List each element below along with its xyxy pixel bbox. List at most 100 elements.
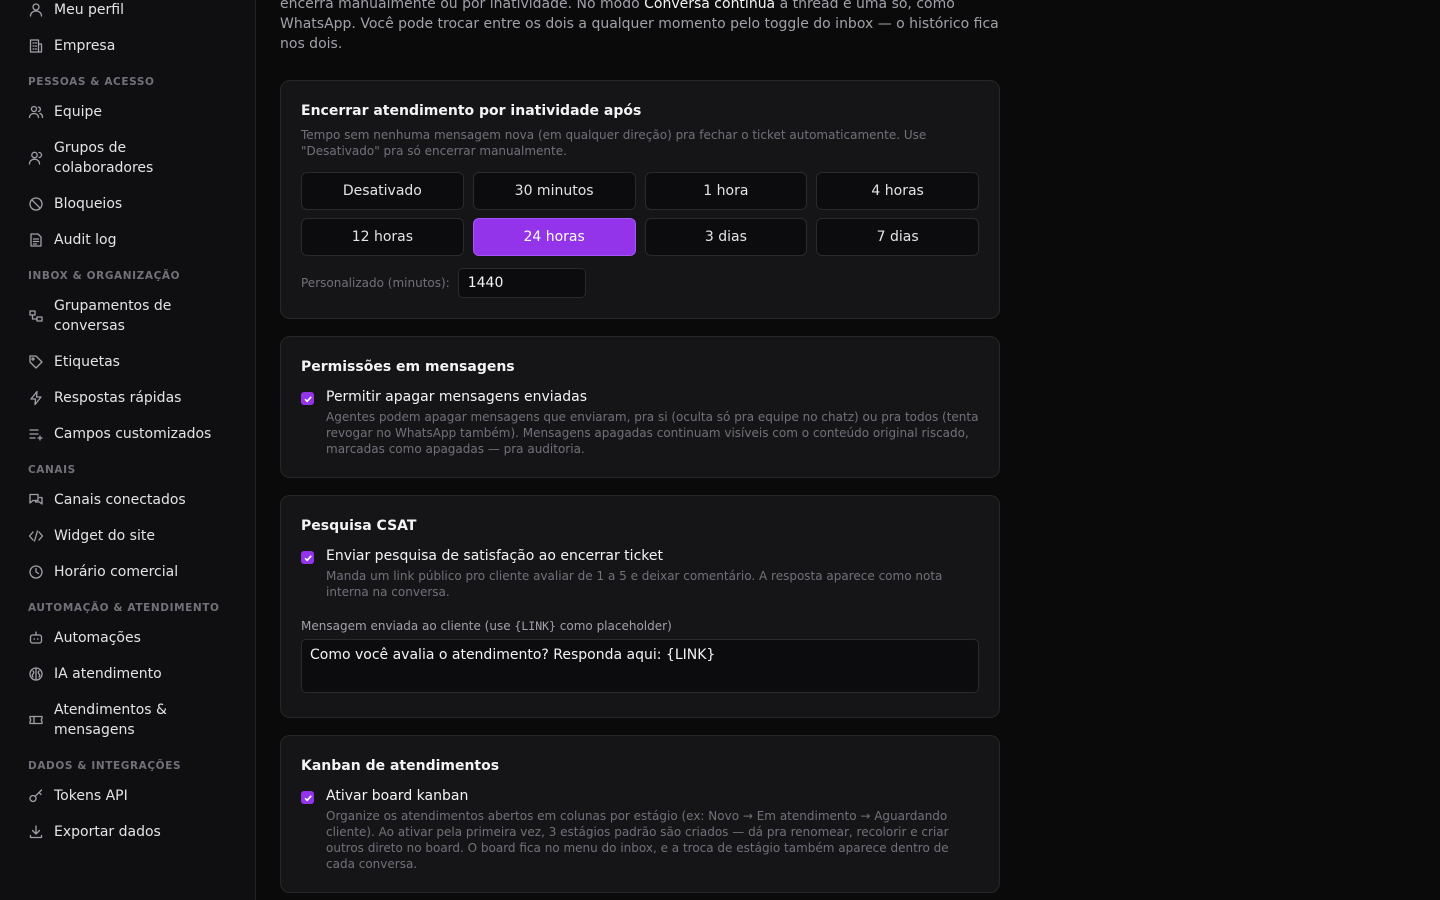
settings-main: encerra manualmente ou por inatividade. …: [256, 0, 1440, 900]
users-icon: [28, 104, 44, 120]
sidebar-item-automacoes[interactable]: Automações: [20, 620, 235, 656]
intro-highlight: Conversa contínua: [644, 0, 776, 12]
delete-messages-checkbox[interactable]: [301, 392, 314, 405]
sidebar-item-label: Etiquetas: [54, 354, 120, 370]
sidebar-item-label: Automações: [54, 630, 141, 646]
inactivity-card: Encerrar atendimento por inatividade apó…: [280, 80, 1000, 319]
sidebar-item-label: IA atendimento: [54, 666, 162, 682]
sidebar-item-label: Audit log: [54, 232, 117, 248]
sidebar-item-empresa[interactable]: Empresa: [20, 28, 235, 64]
ban-icon: [28, 196, 44, 212]
sidebar-item-etiquetas[interactable]: Etiquetas: [20, 344, 235, 380]
sidebar-item-equipe[interactable]: Equipe: [20, 94, 235, 130]
permissions-title: Permissões em mensagens: [301, 359, 515, 375]
inactivity-title: Encerrar atendimento por inatividade apó…: [301, 103, 642, 119]
csat-description: Manda um link público pro cliente avalia…: [326, 569, 943, 599]
csat-card: Pesquisa CSAT Enviar pesquisa de satisfa…: [280, 495, 1000, 718]
sidebar-item-label: Equipe: [54, 104, 102, 120]
kanban-row: Ativar board kanban Organize os atendime…: [301, 786, 979, 872]
building-icon: [28, 38, 44, 54]
sidebar-item-label: Grupos de colaboradores: [54, 140, 154, 176]
sidebar-item-label: Horário comercial: [54, 564, 179, 580]
sidebar-item-label: Canais conectados: [54, 492, 186, 508]
inactivity-option-button[interactable]: Desativado: [301, 172, 464, 210]
delete-messages-row: Permitir apagar mensagens enviadas Agent…: [301, 387, 979, 457]
sidebar-item-label: Atendimentos & mensagens: [54, 702, 167, 738]
intro-text-rest: WhatsApp. Você pode trocar entre os dois…: [280, 16, 999, 52]
kanban-checkbox[interactable]: [301, 791, 314, 804]
sidebar-section-title: AUTOMAÇÃO & ATENDIMENTO: [28, 602, 220, 614]
csat-message-label: Mensagem enviada ao cliente (use {LINK} …: [301, 618, 979, 634]
custom-minutes-label: Personalizado (minutos):: [301, 276, 450, 290]
sidebar-item-canais-conectados[interactable]: Canais conectados: [20, 482, 235, 518]
custom-minutes-row: Personalizado (minutos):: [301, 268, 979, 298]
delete-messages-description: Agentes podem apagar mensagens que envia…: [326, 410, 979, 456]
csat-title: Pesquisa CSAT: [301, 518, 417, 534]
audit-log-icon: [28, 232, 44, 248]
sidebar-item-campos-customizados[interactable]: Campos customizados: [20, 416, 235, 452]
sidebar-item-ia-atendimento[interactable]: IA atendimento: [20, 656, 235, 692]
check-icon: [303, 554, 312, 561]
settings-sidebar: Meu perfil Empresa PESSOAS & ACESSO Equipe G…: [0, 0, 256, 900]
csat-row: Enviar pesquisa de satisfação ao encerra…: [301, 546, 979, 600]
sidebar-item-label: Respostas rápidas: [54, 390, 182, 406]
csat-checkbox[interactable]: [301, 551, 314, 564]
sidebar-section-title: CANAIS: [28, 464, 76, 476]
sidebar-item-widget-do-site[interactable]: Widget do site: [20, 518, 235, 554]
sidebar-item-label: Widget do site: [54, 528, 155, 544]
csat-message-textarea[interactable]: Como você avalia o atendimento? Responda…: [301, 639, 979, 693]
sidebar-item-label: Tokens API: [54, 788, 128, 804]
sidebar-item-horario-comercial[interactable]: Horário comercial: [20, 554, 235, 590]
list-plus-icon: [28, 426, 44, 442]
inactivity-options: Desativado 30 minutos 1 hora 4 horas 12 hora…: [301, 172, 979, 256]
intro-text: encerra manualmente ou por inatividade. …: [280, 0, 1000, 54]
ticket-icon: [28, 712, 44, 728]
sidebar-item-grupamentos-de-conversas[interactable]: Grupamentos de conversas: [20, 288, 235, 344]
user-group-icon: [28, 150, 44, 166]
chat-bubbles-icon: [28, 492, 44, 508]
sidebar-section-title: DADOS & INTEGRAÇÕES: [28, 760, 182, 772]
inactivity-option-button[interactable]: 3 dias: [644, 218, 808, 256]
intro-text-part: a thread é uma só, como: [775, 0, 955, 12]
kanban-description: Organize os atendimentos abertos em colu…: [326, 809, 949, 871]
inactivity-option-button[interactable]: 24 horas: [472, 218, 636, 256]
csat-label: Enviar pesquisa de satisfação ao encerra…: [326, 548, 663, 564]
sidebar-item-label: Campos customizados: [54, 426, 212, 442]
sidebar-item-label: Exportar dados: [54, 824, 161, 840]
sidebar-item-atendimentos-mensagens[interactable]: Atendimentos & mensagens: [20, 692, 235, 748]
kanban-label: Ativar board kanban: [326, 788, 469, 804]
inactivity-description: Tempo sem nenhuma mensagem nova (em qual…: [301, 128, 927, 158]
sidebar-section-title: PESSOAS & ACESSO: [28, 76, 155, 88]
key-icon: [28, 788, 44, 804]
permissions-card: Permissões em mensagens Permitir apagar …: [280, 336, 1000, 478]
settings-content: encerra manualmente ou por inatividade. …: [280, 0, 1000, 893]
sidebar-section-title: INBOX & ORGANIZAÇÃO: [28, 270, 181, 282]
inactivity-option-button[interactable]: 1 hora: [644, 172, 808, 210]
intro-text-part: encerra manualmente ou por inatividade. …: [280, 0, 645, 12]
check-icon: [303, 395, 312, 402]
sidebar-item-audit-log[interactable]: Audit log: [20, 222, 235, 258]
kanban-text: Ativar board kanban Organize os atendime…: [326, 786, 979, 872]
kanban-card: Kanban de atendimentos Ativar board kanb…: [280, 735, 1000, 893]
sidebar-nav: Meu perfil Empresa PESSOAS & ACESSO Equipe G…: [0, 0, 255, 850]
bot-icon: [28, 630, 44, 646]
sidebar-item-meu-perfil[interactable]: Meu perfil: [20, 0, 235, 28]
grouping-icon: [28, 308, 44, 324]
app-root: Meu perfil Empresa PESSOAS & ACESSO Equipe G…: [0, 0, 1440, 900]
clock-icon: [28, 564, 44, 580]
inactivity-option-button[interactable]: 12 horas: [301, 218, 464, 256]
sidebar-item-label: Bloqueios: [54, 196, 123, 212]
custom-minutes-input[interactable]: [457, 268, 586, 298]
sidebar-item-label: Meu perfil: [54, 2, 124, 18]
inactivity-option-button[interactable]: 7 dias: [816, 218, 979, 256]
sidebar-item-bloqueios[interactable]: Bloqueios: [20, 186, 235, 222]
csat-message-label-part: Mensagem enviada ao cliente (use: [301, 619, 515, 633]
csat-message-label-code: {LINK}: [514, 619, 556, 633]
sidebar-item-respostas-rapidas[interactable]: Respostas rápidas: [20, 380, 235, 416]
sidebar-item-grupos-de-colaboradores[interactable]: Grupos de colaboradores: [20, 130, 235, 186]
sidebar-item-exportar-dados[interactable]: Exportar dados: [20, 814, 235, 850]
inactivity-option-button[interactable]: 30 minutos: [472, 172, 636, 210]
inactivity-option-button[interactable]: 4 horas: [816, 172, 979, 210]
sidebar-item-tokens-api[interactable]: Tokens API: [20, 778, 235, 814]
delete-messages-label: Permitir apagar mensagens enviadas: [326, 389, 588, 405]
